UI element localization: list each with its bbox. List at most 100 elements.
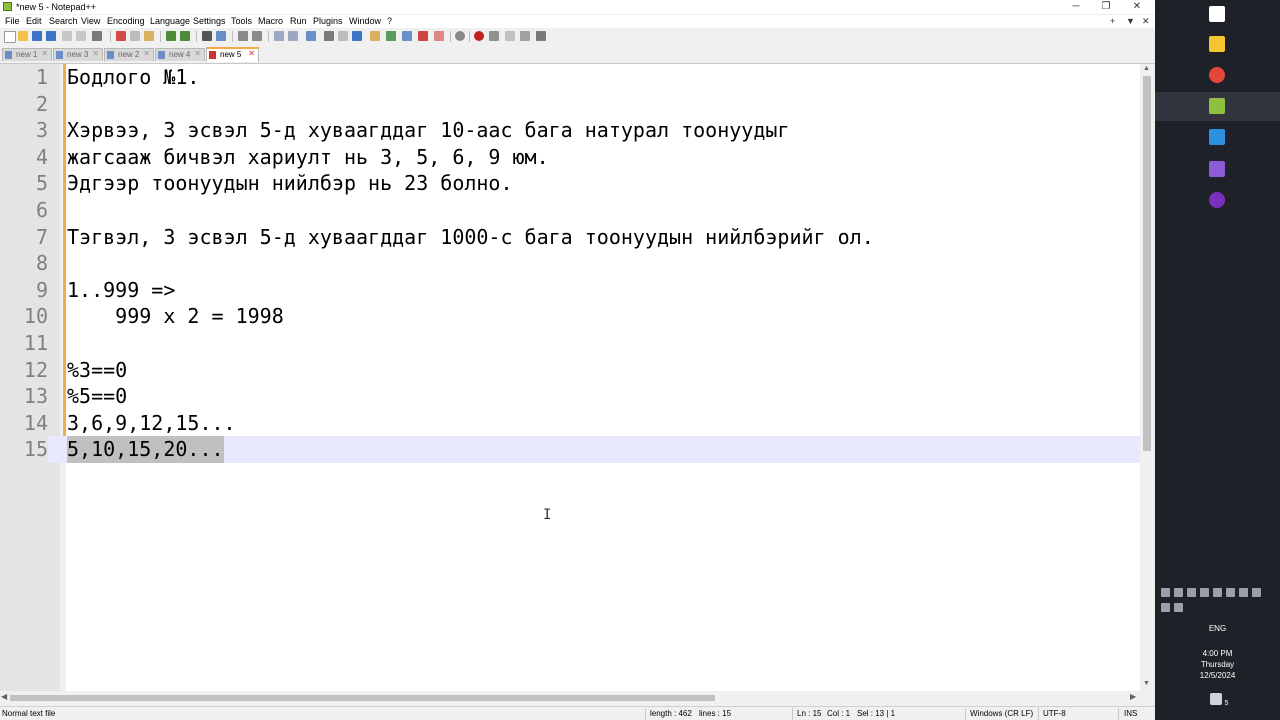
nvidia-icon[interactable] xyxy=(1239,588,1248,597)
editor-line[interactable]: 12 %3==0 xyxy=(0,357,1140,384)
sync-horizontal-icon[interactable] xyxy=(288,31,298,41)
settings-tray-icon[interactable] xyxy=(1200,588,1209,597)
close-button[interactable]: ✕ xyxy=(1129,1,1145,13)
notepadpp-icon[interactable] xyxy=(1209,98,1225,114)
editor-line[interactable]: 8 xyxy=(0,250,1140,277)
scroll-right-arrow-icon[interactable]: ▶ xyxy=(1130,692,1136,701)
zoom-in-icon[interactable] xyxy=(238,31,248,41)
line-text[interactable]: 999 x 2 = 1998 xyxy=(67,303,284,330)
copy-icon[interactable] xyxy=(130,31,140,41)
editor-line[interactable]: 4 жагсааж бичвэл хариулт нь 3, 5, 6, 9 ю… xyxy=(0,144,1140,171)
volume-icon[interactable] xyxy=(1174,603,1183,612)
tab-new-5[interactable]: new 5 ✕ xyxy=(206,47,259,62)
editor-line-current[interactable]: 15 5,10,15,20... xyxy=(0,436,1140,464)
tab-new-1[interactable]: new 1 ✕ xyxy=(2,48,52,61)
undo-icon[interactable] xyxy=(166,31,176,41)
discord-icon[interactable] xyxy=(1161,588,1170,597)
macro-icon[interactable] xyxy=(455,31,465,41)
save-macro-icon[interactable] xyxy=(536,31,546,41)
menu-view[interactable]: View xyxy=(81,16,100,26)
tab-new-3[interactable]: new 3 ✕ xyxy=(53,48,103,61)
horizontal-scroll-thumb[interactable] xyxy=(10,695,715,701)
line-text[interactable]: %3==0 xyxy=(67,357,127,384)
find-icon[interactable] xyxy=(202,31,212,41)
line-text[interactable]: Эдгээр тоонуудын нийлбэр нь 23 болно. xyxy=(67,170,513,197)
menu-encoding[interactable]: Encoding xyxy=(107,16,145,26)
folder-workspace-icon[interactable] xyxy=(402,31,412,41)
menu-edit[interactable]: Edit xyxy=(26,16,42,26)
scroll-up-arrow-icon[interactable]: ▲ xyxy=(1143,65,1150,72)
menu-search[interactable]: Search xyxy=(49,16,78,26)
clock-date[interactable]: 12/5/2024 xyxy=(1155,671,1280,680)
close-doc-icon[interactable]: ✕ xyxy=(1142,16,1150,27)
status-eol[interactable]: Windows (CR LF) xyxy=(970,709,1033,718)
function-list-icon[interactable] xyxy=(386,31,396,41)
cut-icon[interactable] xyxy=(116,31,126,41)
editor-line[interactable]: 2 xyxy=(0,91,1140,118)
tab-close-icon[interactable]: ✕ xyxy=(143,49,150,58)
line-text[interactable]: 3,6,9,12,15... xyxy=(67,410,236,437)
save-all-icon[interactable] xyxy=(46,31,56,41)
visual-studio-icon[interactable] xyxy=(1209,161,1225,177)
menu-tools[interactable]: Tools xyxy=(231,16,252,26)
menu-window[interactable]: Window xyxy=(349,16,381,26)
horizontal-scrollbar[interactable]: ◀ ▶ xyxy=(0,691,1140,705)
editor-line[interactable]: 1 Бодлого №1. xyxy=(0,64,1140,91)
menu-macro[interactable]: Macro xyxy=(258,16,283,26)
input-language[interactable]: ENG xyxy=(1155,624,1280,633)
status-insert-mode[interactable]: INS xyxy=(1124,709,1137,718)
network-icon[interactable] xyxy=(1161,603,1170,612)
zoom-out-icon[interactable] xyxy=(252,31,262,41)
tab-new-4[interactable]: new 4 ✕ xyxy=(155,48,205,61)
stop-macro-icon[interactable] xyxy=(489,31,499,41)
menu-run[interactable]: Run xyxy=(290,16,307,26)
microphone-icon[interactable] xyxy=(1174,588,1183,597)
open-file-icon[interactable] xyxy=(18,31,28,41)
monitoring-icon[interactable] xyxy=(418,31,428,41)
run-macro-multiple-icon[interactable] xyxy=(520,31,530,41)
tab-close-icon[interactable]: ✕ xyxy=(41,49,48,58)
line-text[interactable]: Тэгвэл, 3 эсвэл 5-д хуваагддаг 1000-с ба… xyxy=(67,224,874,251)
menu-language[interactable]: Language xyxy=(150,16,190,26)
play-macro-icon[interactable] xyxy=(505,31,515,41)
status-encoding[interactable]: UTF-8 xyxy=(1043,709,1066,718)
vscode-icon[interactable] xyxy=(1209,129,1225,145)
editor-line[interactable]: 10 999 x 2 = 1998 xyxy=(0,303,1140,330)
line-text[interactable]: Бодлого №1. xyxy=(67,64,199,91)
restore-button[interactable]: ❐ xyxy=(1098,1,1114,13)
windows-start-icon[interactable] xyxy=(1209,6,1225,22)
line-text[interactable]: 1..999 => xyxy=(67,277,175,304)
tab-close-icon[interactable]: ✕ xyxy=(248,49,255,58)
paste-icon[interactable] xyxy=(144,31,154,41)
scroll-left-arrow-icon[interactable]: ◀ xyxy=(1,692,7,701)
doc-map-icon[interactable] xyxy=(370,31,380,41)
editor[interactable]: 1 Бодлого №1. 2 3 Хэрвээ, 3 эсвэл 5-д ху… xyxy=(0,64,1155,691)
show-all-chars-icon[interactable] xyxy=(324,31,334,41)
menu-plugins[interactable]: Plugins xyxy=(313,16,343,26)
indent-guide-icon[interactable] xyxy=(352,31,362,41)
selected-line-text[interactable]: 5,10,15,20... xyxy=(67,436,224,464)
tab-close-icon[interactable]: ✕ xyxy=(92,49,99,58)
menu-help[interactable]: ? xyxy=(387,16,392,26)
app-purple-icon[interactable] xyxy=(1209,192,1225,208)
editor-line[interactable]: 11 xyxy=(0,330,1140,357)
editor-line[interactable]: 7 Тэгвэл, 3 эсвэл 5-д хуваагддаг 1000-с … xyxy=(0,224,1140,251)
new-file-icon[interactable] xyxy=(4,31,16,43)
vertical-scrollbar[interactable]: ▲ ▼ xyxy=(1140,64,1155,691)
editor-line[interactable]: 13 %5==0 xyxy=(0,383,1140,410)
dropdown-icon[interactable] xyxy=(338,31,348,41)
close-all-icon[interactable] xyxy=(76,31,86,41)
editor-line[interactable]: 14 3,6,9,12,15... xyxy=(0,410,1140,437)
security-icon[interactable] xyxy=(1213,588,1222,597)
clock-day[interactable]: Thursday xyxy=(1155,660,1280,669)
clock-time[interactable]: 4:00 PM xyxy=(1155,649,1280,658)
new-doc-plus-icon[interactable]: + xyxy=(1110,16,1115,26)
menu-settings[interactable]: Settings xyxy=(193,16,226,26)
file-explorer-icon[interactable] xyxy=(1209,36,1225,52)
line-text[interactable]: %5==0 xyxy=(67,383,127,410)
print-icon[interactable] xyxy=(92,31,102,41)
device-icon[interactable] xyxy=(1252,588,1261,597)
record-macro-icon[interactable] xyxy=(474,31,484,41)
minimize-button[interactable]: ─ xyxy=(1068,1,1084,13)
tab-new-2[interactable]: new 2 ✕ xyxy=(104,48,154,61)
